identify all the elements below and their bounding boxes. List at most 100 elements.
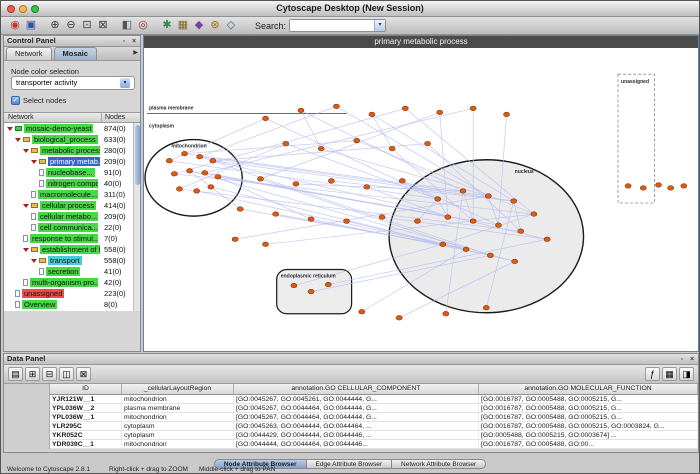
network-node[interactable] xyxy=(396,315,402,320)
attribute-batch-icon[interactable]: ◫ xyxy=(59,367,74,381)
network-node[interactable] xyxy=(460,189,466,194)
tree-row[interactable]: biological_process633(0) xyxy=(4,134,140,145)
network-view-title[interactable]: primary metabolic process xyxy=(144,36,698,48)
network-node[interactable] xyxy=(291,283,297,288)
network-node[interactable] xyxy=(325,282,331,287)
table-cell[interactable]: [GO:0016787, GO:0005488, GO:0005215, G..… xyxy=(479,395,698,403)
table-cell[interactable]: YDR039C__1 xyxy=(50,440,122,448)
network-node[interactable] xyxy=(298,108,304,113)
tree-row[interactable]: response to stimul...7(0) xyxy=(4,233,140,244)
tree-scrollbar-thumb[interactable] xyxy=(135,125,140,185)
table-cell[interactable]: mitochondrion xyxy=(122,395,234,403)
network-node[interactable] xyxy=(518,229,524,234)
network-node[interactable] xyxy=(257,177,263,182)
zoom-out-icon[interactable]: ⊖ xyxy=(63,18,79,33)
network-node[interactable] xyxy=(487,253,493,258)
network-node[interactable] xyxy=(215,175,221,180)
attribute-create-icon[interactable]: ⊞ xyxy=(25,367,40,381)
tree-row[interactable]: transport558(0) xyxy=(4,255,140,266)
zoom-window-button[interactable] xyxy=(31,5,39,13)
tree-row[interactable]: metabolic process280(0) xyxy=(4,145,140,156)
table-row[interactable]: YDR039C__1mitochondrion[GO:0044444, GO:0… xyxy=(50,440,698,449)
network-node[interactable] xyxy=(176,187,182,192)
network-node[interactable] xyxy=(210,158,216,163)
network-edge[interactable] xyxy=(336,106,488,196)
table-cell[interactable]: YLR295C xyxy=(50,422,122,430)
network-node[interactable] xyxy=(655,183,661,188)
network-node[interactable] xyxy=(445,215,451,220)
network-node[interactable] xyxy=(293,182,299,187)
network-node[interactable] xyxy=(308,289,314,294)
import-attributes-icon[interactable]: ▦ xyxy=(662,367,677,381)
tree-row[interactable]: establishment of lo...558(0) xyxy=(4,244,140,255)
expand-arrow-icon[interactable] xyxy=(31,160,37,164)
tree-row[interactable]: secretion41(0) xyxy=(4,266,140,277)
table-cell[interactable]: [GO:0045267, GO:0045261, GO:0044444, G..… xyxy=(234,395,479,403)
network-node[interactable] xyxy=(443,311,449,316)
table-cell[interactable]: mitochondrion xyxy=(122,440,234,448)
attribute-folder-icon[interactable]: ◨ xyxy=(679,367,694,381)
table-cell[interactable]: mitochondrion xyxy=(122,413,234,421)
plugins-icon[interactable]: ⊛ xyxy=(207,18,223,33)
expand-arrow-icon[interactable] xyxy=(23,248,29,252)
table-column-header[interactable]: ID xyxy=(50,384,122,395)
network-node[interactable] xyxy=(262,116,268,121)
network-node[interactable] xyxy=(640,186,646,191)
network-node[interactable] xyxy=(237,207,243,212)
network-node[interactable] xyxy=(262,242,268,247)
network-node[interactable] xyxy=(194,189,200,194)
network-node[interactable] xyxy=(166,158,172,163)
search-dropdown-button[interactable]: ▾ xyxy=(374,20,385,31)
network-node[interactable] xyxy=(283,141,289,146)
expand-arrow-icon[interactable] xyxy=(23,149,29,153)
network-node[interactable] xyxy=(485,194,491,199)
network-node[interactable] xyxy=(318,146,324,151)
table-cell[interactable]: [GO:0045267, GO:0044464, GO:0044444, G..… xyxy=(234,404,479,412)
network-node[interactable] xyxy=(504,112,510,117)
table-row[interactable]: YLR295Ccytoplasm[GO:0045263, GO:0044444,… xyxy=(50,422,698,431)
network-node[interactable] xyxy=(483,305,489,310)
import-table-icon[interactable]: ▦ xyxy=(175,18,191,33)
tree-row[interactable]: mosaic-demo-yeast874(0) xyxy=(4,123,140,134)
trash-icon[interactable]: ⊠ xyxy=(76,367,91,381)
open-session-icon[interactable]: ◉ xyxy=(7,18,23,33)
network-edge[interactable] xyxy=(301,110,321,148)
tree-row[interactable]: macromolecule...311(0) xyxy=(4,189,140,200)
network-node[interactable] xyxy=(208,185,214,190)
expand-arrow-icon[interactable] xyxy=(31,259,37,263)
tab-scroll-right-icon[interactable]: ▶ xyxy=(133,47,138,60)
tree-row[interactable]: Overview8(0) xyxy=(4,299,140,310)
snapshot-icon[interactable]: ◎ xyxy=(135,18,151,33)
float-panel-icon[interactable]: ▫ xyxy=(678,355,686,364)
network-node[interactable] xyxy=(197,154,203,159)
node-color-dropdown[interactable]: transporter activity ▾ xyxy=(11,76,135,90)
network-node[interactable] xyxy=(369,112,375,117)
network-node[interactable] xyxy=(171,172,177,177)
network-node[interactable] xyxy=(437,110,443,115)
network-node[interactable] xyxy=(389,146,395,151)
network-node[interactable] xyxy=(181,151,187,156)
network-node[interactable] xyxy=(402,106,408,111)
close-panel-icon[interactable]: × xyxy=(688,355,696,364)
tree-row[interactable]: cell communica...22(0) xyxy=(4,222,140,233)
attribute-select-icon[interactable]: ▤ xyxy=(8,367,23,381)
zoom-fit-icon[interactable]: ⊠ xyxy=(95,18,111,33)
network-node[interactable] xyxy=(495,223,501,228)
network-node[interactable] xyxy=(425,141,431,146)
table-cell[interactable]: YJR121W__1 xyxy=(50,395,122,403)
create-network-icon[interactable]: ✱ xyxy=(159,18,175,33)
tree-row[interactable]: multi-organism pro...42(0) xyxy=(4,277,140,288)
float-panel-icon[interactable]: ▫ xyxy=(120,37,128,46)
hide-panel-icon[interactable]: ◧ xyxy=(119,18,135,33)
table-cell[interactable]: [GO:0044444, GO:0044464, GO:0044446... xyxy=(234,440,479,448)
network-node[interactable] xyxy=(344,219,350,224)
tab-network[interactable]: Network xyxy=(6,47,52,60)
network-node[interactable] xyxy=(544,237,550,242)
network-node[interactable] xyxy=(364,185,370,190)
table-cell[interactable]: [GO:0044429, GO:0044444, GO:0044446, ... xyxy=(234,431,479,439)
select-nodes-checkbox[interactable]: ✓ xyxy=(11,96,20,105)
tree-row[interactable]: cellular metabo...209(0) xyxy=(4,211,140,222)
vizmapper-icon[interactable]: ◆ xyxy=(191,18,207,33)
annotation-icon[interactable]: ◇ xyxy=(223,18,239,33)
table-cell[interactable]: YPL036W__2 xyxy=(50,404,122,412)
